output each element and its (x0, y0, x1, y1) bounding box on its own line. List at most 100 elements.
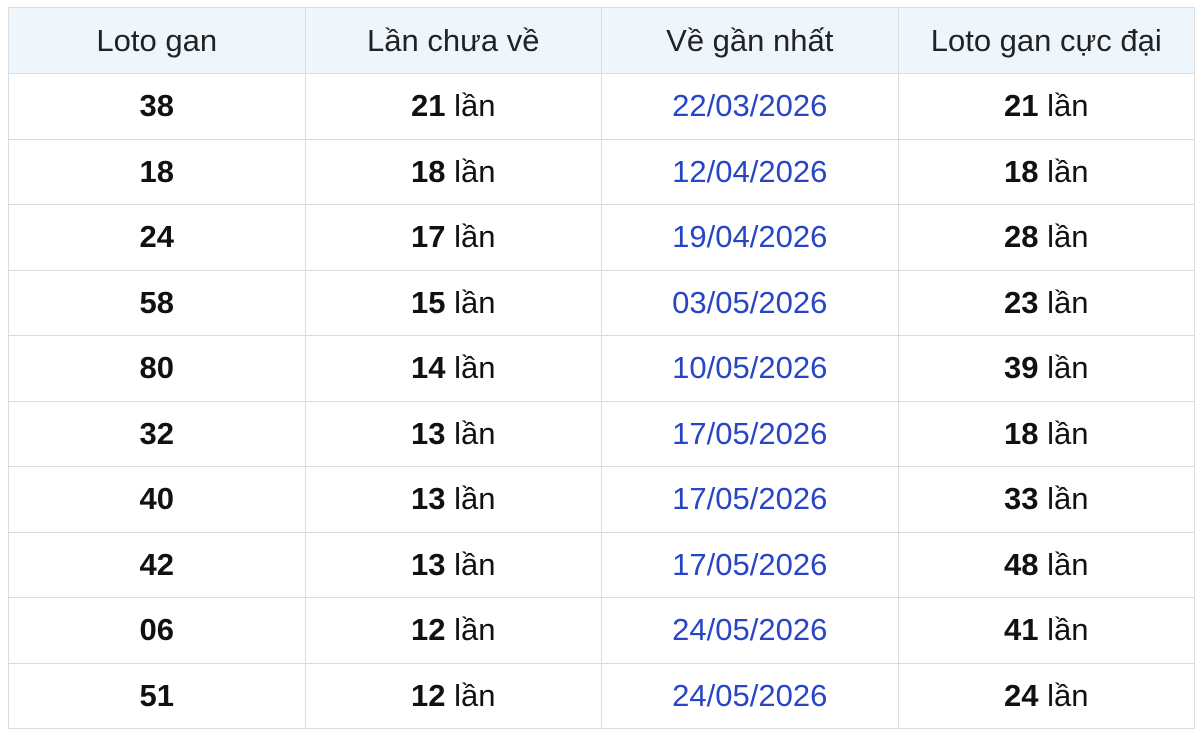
missed-count-unit: lần (454, 153, 496, 189)
max-gap-value: 48 (1004, 546, 1039, 582)
table-row: 51 12 lần 24/05/2026 24 lần (8, 662, 1195, 729)
missed-count-unit: lần (454, 677, 496, 713)
last-seen-date-link[interactable]: 03/05/2026 (672, 285, 827, 320)
last-seen-cell: 24/05/2026 (601, 662, 899, 729)
last-seen-date-link[interactable]: 17/05/2026 (672, 416, 827, 451)
table-row: 38 21 lần 22/03/2026 21 lần (8, 73, 1195, 140)
last-seen-cell: 03/05/2026 (601, 269, 899, 336)
loto-number-cell: 42 (8, 531, 306, 598)
max-gap-unit: lần (1047, 350, 1089, 386)
header-max-gap: Loto gan cực đại (897, 7, 1195, 74)
last-seen-date-link[interactable]: 12/04/2026 (672, 154, 827, 189)
loto-number-cell: 40 (8, 466, 306, 533)
max-gap-cell: 18 lần (897, 138, 1195, 205)
loto-number: 06 (139, 612, 174, 648)
missed-count-unit: lần (454, 481, 496, 517)
max-gap-unit: lần (1047, 481, 1089, 517)
missed-count-unit: lần (454, 612, 496, 648)
missed-count-value: 14 (411, 350, 446, 386)
max-gap-cell: 28 lần (897, 204, 1195, 271)
missed-count-cell: 17 lần (304, 204, 602, 271)
missed-count-value: 13 (411, 415, 446, 451)
max-gap-cell: 23 lần (897, 269, 1195, 336)
last-seen-cell: 24/05/2026 (601, 597, 899, 664)
loto-gan-table-container: Loto gan Lần chưa về Về gần nhất Loto ga… (8, 7, 1195, 729)
table-row: 32 13 lần 17/05/2026 18 lần (8, 400, 1195, 467)
loto-number: 42 (139, 546, 174, 582)
max-gap-cell: 33 lần (897, 466, 1195, 533)
max-gap-value: 24 (1004, 677, 1039, 713)
max-gap-unit: lần (1047, 88, 1089, 124)
missed-count-cell: 13 lần (304, 400, 602, 467)
header-loto-gan: Loto gan (8, 7, 306, 74)
loto-gan-table: Loto gan Lần chưa về Về gần nhất Loto ga… (8, 7, 1195, 729)
table-body: 38 21 lần 22/03/2026 21 lần 18 18 lần 12/04/20… (8, 73, 1195, 729)
loto-number: 18 (139, 153, 174, 189)
loto-number: 80 (139, 350, 174, 386)
max-gap-value: 21 (1004, 88, 1039, 124)
loto-number: 58 (139, 284, 174, 320)
max-gap-unit: lần (1047, 612, 1089, 648)
table-row: 42 13 lần 17/05/2026 48 lần (8, 531, 1195, 598)
last-seen-date-link[interactable]: 10/05/2026 (672, 350, 827, 385)
max-gap-unit: lần (1047, 415, 1089, 451)
missed-count-value: 12 (411, 612, 446, 648)
missed-count-cell: 12 lần (304, 597, 602, 664)
max-gap-value: 39 (1004, 350, 1039, 386)
table-row: 24 17 lần 19/04/2026 28 lần (8, 204, 1195, 271)
last-seen-cell: 19/04/2026 (601, 204, 899, 271)
loto-number: 32 (139, 415, 174, 451)
max-gap-cell: 48 lần (897, 531, 1195, 598)
missed-count-cell: 15 lần (304, 269, 602, 336)
max-gap-value: 33 (1004, 481, 1039, 517)
table-row: 18 18 lần 12/04/2026 18 lần (8, 138, 1195, 205)
loto-number-cell: 32 (8, 400, 306, 467)
last-seen-cell: 17/05/2026 (601, 531, 899, 598)
table-row: 40 13 lần 17/05/2026 33 lần (8, 466, 1195, 533)
loto-number-cell: 18 (8, 138, 306, 205)
max-gap-unit: lần (1047, 153, 1089, 189)
max-gap-unit: lần (1047, 677, 1089, 713)
max-gap-cell: 18 lần (897, 400, 1195, 467)
loto-number-cell: 06 (8, 597, 306, 664)
last-seen-date-link[interactable]: 24/05/2026 (672, 612, 827, 647)
last-seen-date-link[interactable]: 22/03/2026 (672, 88, 827, 123)
missed-count-unit: lần (454, 350, 496, 386)
loto-number-cell: 51 (8, 662, 306, 729)
last-seen-date-link[interactable]: 19/04/2026 (672, 219, 827, 254)
loto-number: 38 (139, 88, 174, 124)
max-gap-value: 23 (1004, 284, 1039, 320)
missed-count-unit: lần (454, 284, 496, 320)
max-gap-cell: 41 lần (897, 597, 1195, 664)
max-gap-value: 41 (1004, 612, 1039, 648)
table-row: 80 14 lần 10/05/2026 39 lần (8, 335, 1195, 402)
last-seen-date-link[interactable]: 17/05/2026 (672, 547, 827, 582)
max-gap-value: 28 (1004, 219, 1039, 255)
missed-count-unit: lần (454, 415, 496, 451)
last-seen-cell: 10/05/2026 (601, 335, 899, 402)
last-seen-cell: 17/05/2026 (601, 400, 899, 467)
missed-count-cell: 12 lần (304, 662, 602, 729)
missed-count-cell: 21 lần (304, 73, 602, 140)
missed-count-cell: 18 lần (304, 138, 602, 205)
missed-count-value: 21 (411, 88, 446, 124)
table-row: 06 12 lần 24/05/2026 41 lần (8, 597, 1195, 664)
max-gap-cell: 21 lần (897, 73, 1195, 140)
last-seen-date-link[interactable]: 17/05/2026 (672, 481, 827, 516)
max-gap-cell: 39 lần (897, 335, 1195, 402)
missed-count-cell: 14 lần (304, 335, 602, 402)
missed-count-value: 17 (411, 219, 446, 255)
last-seen-cell: 12/04/2026 (601, 138, 899, 205)
max-gap-value: 18 (1004, 415, 1039, 451)
missed-count-unit: lần (454, 88, 496, 124)
table-row: 58 15 lần 03/05/2026 23 lần (8, 269, 1195, 336)
max-gap-value: 18 (1004, 153, 1039, 189)
last-seen-cell: 17/05/2026 (601, 466, 899, 533)
loto-number-cell: 24 (8, 204, 306, 271)
missed-count-value: 15 (411, 284, 446, 320)
missed-count-value: 13 (411, 546, 446, 582)
loto-number: 40 (139, 481, 174, 517)
missed-count-unit: lần (454, 219, 496, 255)
header-last-seen: Về gần nhất (601, 7, 899, 74)
last-seen-date-link[interactable]: 24/05/2026 (672, 678, 827, 713)
